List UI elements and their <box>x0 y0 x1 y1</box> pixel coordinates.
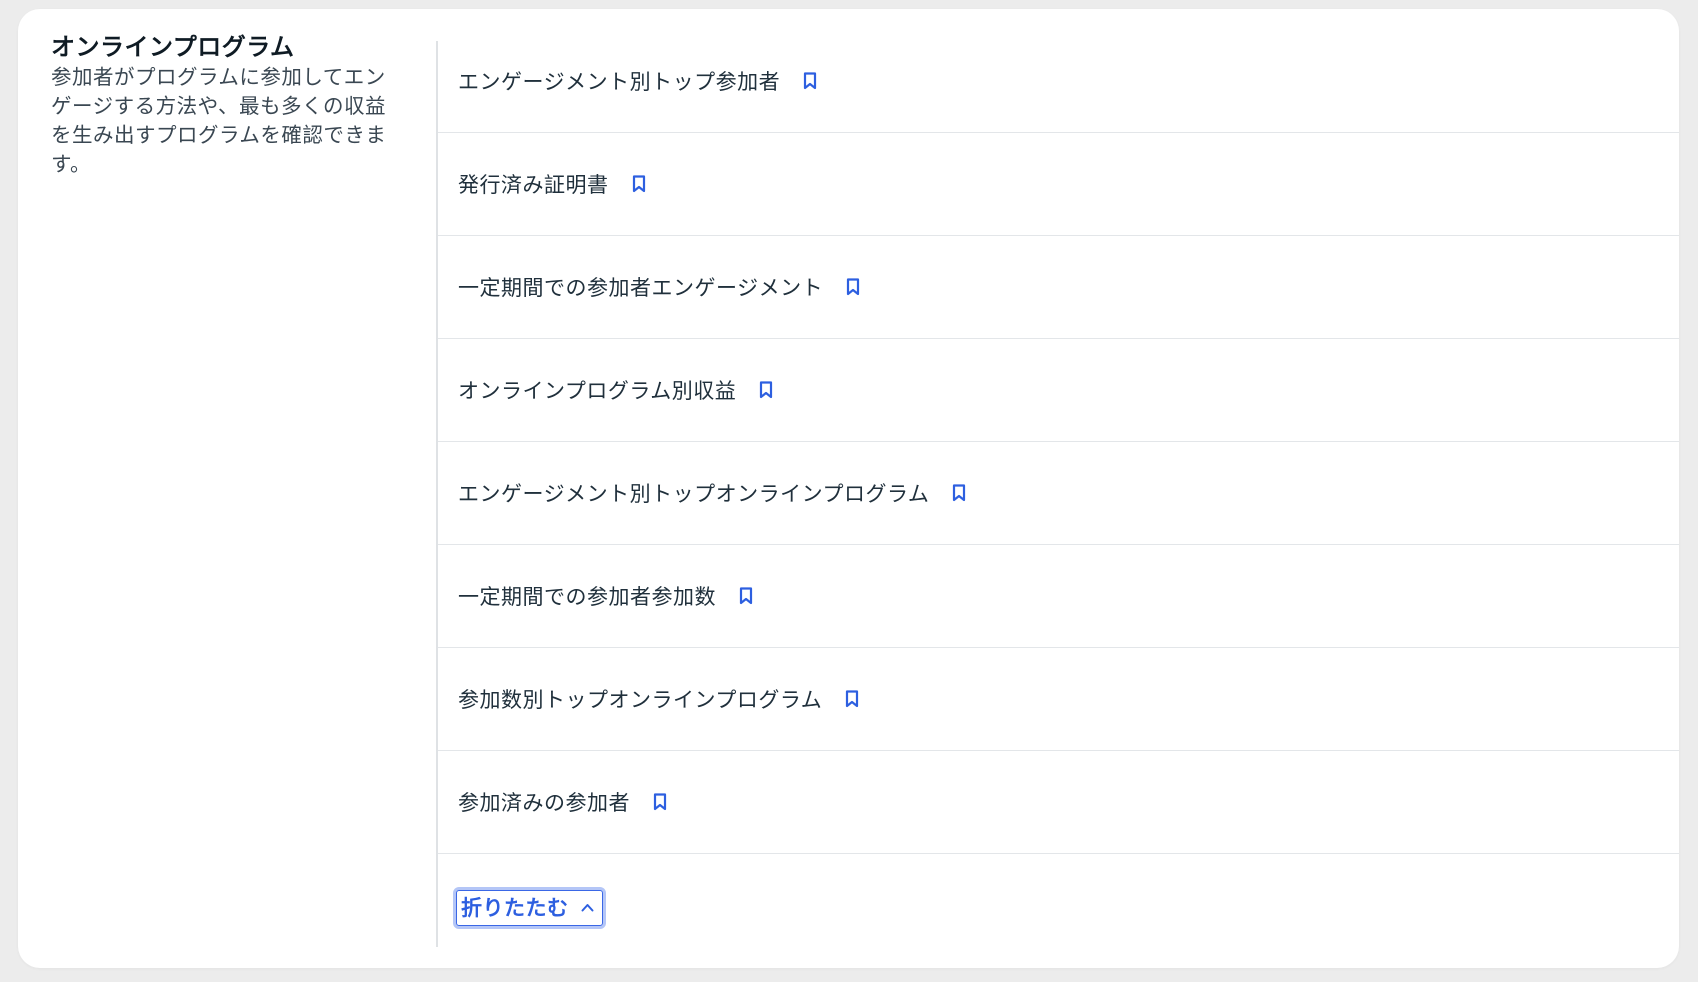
report-item-label[interactable]: 参加済みの参加者 <box>458 787 630 817</box>
report-item[interactable]: 発行済み証明書 <box>438 133 1679 236</box>
report-item[interactable]: 参加数別トップオンラインプログラム <box>438 648 1679 751</box>
chevron-up-icon <box>581 900 595 914</box>
report-item-label[interactable]: 参加数別トップオンラインプログラム <box>458 684 822 714</box>
bookmark-icon[interactable] <box>738 586 754 606</box>
report-item[interactable]: エンゲージメント別トップオンラインプログラム <box>438 442 1679 545</box>
report-item[interactable]: 一定期間での参加者エンゲージメント <box>438 236 1679 339</box>
bookmark-icon[interactable] <box>802 71 818 91</box>
report-item[interactable]: オンラインプログラム別収益 <box>438 339 1679 442</box>
bookmark-icon[interactable] <box>951 483 967 503</box>
report-item-label[interactable]: エンゲージメント別トップ参加者 <box>458 66 780 96</box>
collapse-button-label: 折りたたむ <box>461 896 569 920</box>
bookmark-icon[interactable] <box>652 792 668 812</box>
collapse-container: 折りたたむ <box>438 854 1679 929</box>
category-info: オンラインプログラム 参加者がプログラムに参加してエンゲージする方法や、最も多く… <box>51 31 401 179</box>
report-item-label[interactable]: 一定期間での参加者エンゲージメント <box>458 272 823 302</box>
collapse-button[interactable]: 折りたたむ <box>453 887 606 929</box>
bookmark-icon[interactable] <box>631 174 647 194</box>
report-list: エンゲージメント別トップ参加者 発行済み証明書 一定期間での参加者エンゲージメン… <box>438 30 1679 929</box>
bookmark-icon[interactable] <box>758 380 774 400</box>
bookmark-icon[interactable] <box>844 689 860 709</box>
report-item[interactable]: エンゲージメント別トップ参加者 <box>438 30 1679 133</box>
category-description: 参加者がプログラムに参加してエンゲージする方法や、最も多くの収益を生み出すプログ… <box>51 65 387 176</box>
report-category-card: オンラインプログラム 参加者がプログラムに参加してエンゲージする方法や、最も多く… <box>18 9 1679 968</box>
category-title: オンラインプログラム <box>51 33 295 61</box>
report-item-label[interactable]: オンラインプログラム別収益 <box>458 375 736 405</box>
report-item-label[interactable]: 一定期間での参加者参加数 <box>458 581 716 611</box>
report-item[interactable]: 参加済みの参加者 <box>438 751 1679 854</box>
report-item[interactable]: 一定期間での参加者参加数 <box>438 545 1679 648</box>
report-item-label[interactable]: エンゲージメント別トップオンラインプログラム <box>458 478 929 508</box>
report-item-label[interactable]: 発行済み証明書 <box>458 169 609 199</box>
bookmark-icon[interactable] <box>845 277 861 297</box>
